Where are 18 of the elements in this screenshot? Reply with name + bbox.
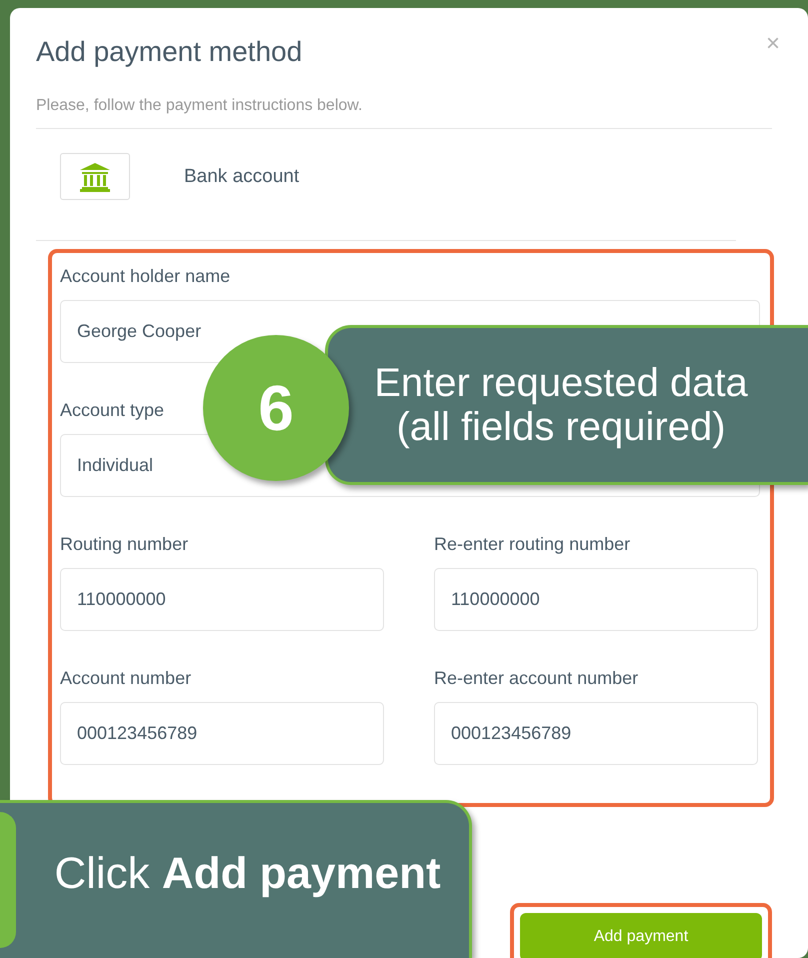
callout-text: Enter requested data xyxy=(374,361,748,405)
field-label: Routing number xyxy=(60,533,188,556)
field-label: Re-enter account number xyxy=(434,667,638,690)
input-field[interactable]: 000123456789 xyxy=(60,702,384,766)
input-field[interactable]: 110000000 xyxy=(60,568,384,632)
field-label: Account holder name xyxy=(60,265,230,288)
bank-icon xyxy=(79,162,111,192)
field-label: Re-enter routing number xyxy=(434,533,630,556)
method-label: Bank account xyxy=(184,164,300,189)
callout-text: (all fields required) xyxy=(396,405,726,449)
input-field[interactable]: 110000000 xyxy=(434,568,758,632)
bank-method-tile[interactable] xyxy=(60,153,130,200)
field-label: Account number xyxy=(60,667,192,690)
callout-text: Click Add payment xyxy=(54,850,441,899)
instructions-text: Please, follow the payment instructions below. xyxy=(36,94,772,130)
dialog-title: Add payment method xyxy=(36,35,304,69)
field-label: Account type xyxy=(60,399,164,422)
input-field[interactable]: 000123456789 xyxy=(434,702,758,766)
